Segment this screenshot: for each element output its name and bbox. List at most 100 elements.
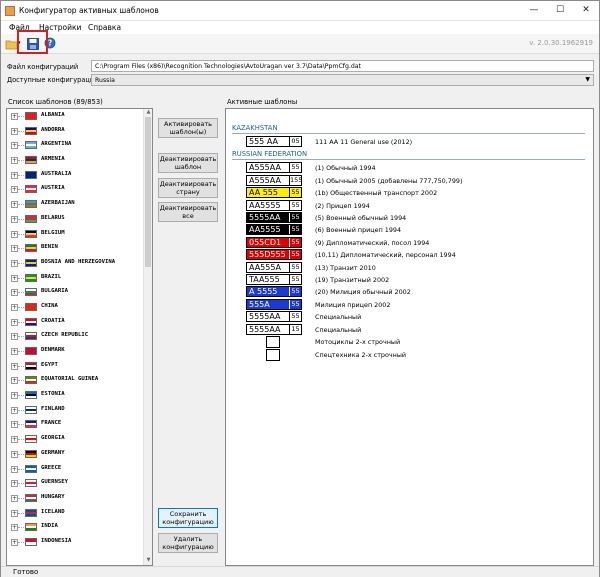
- expand-icon[interactable]: +: [11, 436, 18, 444]
- list-item[interactable]: + BELARUS: [7, 212, 144, 227]
- list-item[interactable]: + DENMARK: [7, 344, 144, 359]
- list-item[interactable]: + BRAZIL: [7, 271, 144, 286]
- list-item[interactable]: + GERMANY: [7, 447, 144, 462]
- template-description[interactable]: 111 AA 11 General use (2012): [315, 138, 412, 146]
- list-item[interactable]: + BENIN: [7, 241, 144, 256]
- template-description[interactable]: (1) Обычный 2005 (добавлены 777,750,799): [315, 177, 462, 185]
- plate-preview[interactable]: 555 AA 05: [246, 136, 302, 147]
- template-description[interactable]: Милиция прицеп 2002: [315, 301, 390, 309]
- list-item[interactable]: + ESTONIA: [7, 388, 144, 403]
- list-item[interactable]: + BULGARIA: [7, 285, 144, 300]
- deactivate-country-button[interactable]: Деактивировать страну: [158, 178, 218, 198]
- template-description[interactable]: (10,11) Дипломатический, персонал 1994: [315, 251, 456, 259]
- template-description[interactable]: (1b) Общественный транспорт 2002: [315, 189, 437, 197]
- expand-icon[interactable]: +: [11, 215, 18, 223]
- list-item[interactable]: + FINLAND: [7, 403, 144, 418]
- list-item[interactable]: + GEORGIA: [7, 432, 144, 447]
- list-item[interactable]: + INDIA: [7, 520, 144, 535]
- list-item[interactable]: + CHINA: [7, 300, 144, 315]
- expand-icon[interactable]: +: [11, 421, 18, 429]
- plate-preview[interactable]: A555AA 155: [246, 174, 302, 186]
- list-item[interactable]: + AUSTRIA: [7, 182, 144, 197]
- template-description[interactable]: (1) Обычный 1994: [315, 164, 376, 172]
- plate-preview[interactable]: [266, 348, 280, 361]
- expand-icon[interactable]: +: [11, 348, 18, 355]
- plate-preview[interactable]: 5555AA 55: [246, 311, 302, 323]
- list-item[interactable]: + ARGENTINA: [7, 138, 144, 153]
- list-item[interactable]: + BOSNIA AND HERZEGOVINA: [7, 256, 144, 271]
- list-item[interactable]: + CROATIA: [7, 315, 144, 330]
- expand-icon[interactable]: +: [11, 392, 18, 400]
- expand-icon[interactable]: +: [11, 230, 18, 238]
- expand-icon[interactable]: +: [11, 494, 18, 502]
- template-description[interactable]: (9) Дипломатический, посол 1994: [315, 239, 429, 247]
- template-description[interactable]: (20) Милиция обычный 2002: [315, 288, 411, 296]
- expand-icon[interactable]: +: [11, 362, 18, 370]
- templates-tree[interactable]: + ALBANIA + ANDORRA + ARGENTINA + ARMENIA + AUSTR…: [6, 108, 153, 566]
- activate-templates-button[interactable]: Активировать шаблон(ы): [158, 118, 218, 138]
- list-item[interactable]: + ALBANIA: [7, 109, 144, 124]
- expand-icon[interactable]: +: [11, 465, 18, 473]
- expand-icon[interactable]: +: [11, 480, 18, 488]
- list-item[interactable]: + FRANCE: [7, 417, 144, 432]
- delete-config-button[interactable]: Удалить конфигурацию: [158, 533, 218, 553]
- template-description[interactable]: (5) Военный обычный 1994: [315, 214, 406, 222]
- template-description[interactable]: (19) Транзитный 2002: [315, 276, 389, 284]
- plate-preview[interactable]: 5555AA 15: [246, 323, 302, 335]
- plate-preview[interactable]: [266, 336, 280, 348]
- close-button[interactable]: ✕: [573, 1, 599, 20]
- plate-preview[interactable]: AA5555 55: [246, 199, 302, 211]
- template-description[interactable]: (6) Военный прицеп 1994: [315, 226, 401, 234]
- expand-icon[interactable]: +: [11, 113, 18, 120]
- list-item[interactable]: + BELGIUM: [7, 227, 144, 242]
- template-description[interactable]: Спецтехника 2-х строчный: [315, 351, 406, 359]
- maximize-button[interactable]: ☐: [547, 1, 573, 20]
- list-item[interactable]: + INDONESIA: [7, 535, 144, 550]
- template-description[interactable]: Специальный: [315, 326, 361, 334]
- plate-preview[interactable]: A 5555 55: [246, 286, 302, 298]
- expand-icon[interactable]: +: [11, 509, 18, 517]
- save-config-button[interactable]: Сохранить конфигурацию: [158, 508, 218, 528]
- list-item[interactable]: + AUSTRALIA: [7, 168, 144, 183]
- list-item[interactable]: + EGYPT: [7, 359, 144, 374]
- list-item[interactable]: + GREECE: [7, 462, 144, 477]
- scroll-thumb[interactable]: [145, 117, 151, 267]
- expand-icon[interactable]: +: [11, 186, 18, 194]
- template-description[interactable]: (13) Транзит 2010: [315, 264, 376, 272]
- config-file-field[interactable]: C:\Program Files (x86)\Recognition Techn…: [91, 60, 594, 72]
- plate-preview[interactable]: 055CD1 55: [246, 236, 302, 248]
- plate-preview[interactable]: A555AA 55: [246, 162, 302, 174]
- expand-icon[interactable]: +: [11, 303, 18, 311]
- expand-icon[interactable]: +: [11, 318, 18, 326]
- templates-scrollbar[interactable]: ▲ ▼: [143, 109, 152, 565]
- expand-icon[interactable]: +: [11, 201, 18, 209]
- deactivate-template-button[interactable]: Деактивировать шаблон: [158, 153, 218, 173]
- expand-icon[interactable]: +: [11, 274, 18, 282]
- list-item[interactable]: + EQUATORIAL GUINEA: [7, 373, 144, 388]
- list-item[interactable]: + ICELAND: [7, 506, 144, 521]
- list-item[interactable]: + GUERNSEY: [7, 476, 144, 491]
- expand-icon[interactable]: +: [11, 377, 18, 385]
- list-item[interactable]: + ARMENIA: [7, 153, 144, 168]
- list-item[interactable]: + CZECH REPUBLIC: [7, 329, 144, 344]
- minimize-button[interactable]: —: [521, 1, 547, 20]
- template-description[interactable]: Мотоциклы 2-х строчный: [315, 338, 400, 346]
- scroll-up-icon[interactable]: ▲: [144, 109, 152, 117]
- available-configs-select[interactable]: Russia ▼: [91, 74, 594, 86]
- expand-icon[interactable]: +: [11, 157, 18, 165]
- plate-preview[interactable]: 555D555 55: [246, 249, 302, 261]
- expand-icon[interactable]: +: [11, 289, 18, 297]
- scroll-down-icon[interactable]: ▼: [144, 557, 152, 565]
- expand-icon[interactable]: +: [11, 259, 18, 267]
- plate-preview[interactable]: 5555AA 55: [246, 212, 302, 223]
- expand-icon[interactable]: +: [11, 333, 18, 341]
- expand-icon[interactable]: +: [11, 538, 18, 546]
- expand-icon[interactable]: +: [11, 127, 18, 135]
- deactivate-all-button[interactable]: Деактивировать все: [158, 202, 218, 222]
- expand-icon[interactable]: +: [11, 524, 18, 532]
- expand-icon[interactable]: +: [11, 171, 18, 179]
- expand-icon[interactable]: +: [11, 406, 18, 414]
- plate-preview[interactable]: 555A 55: [246, 298, 302, 310]
- template-description[interactable]: Специальный: [315, 313, 361, 321]
- plate-preview[interactable]: AA555A 55: [246, 261, 302, 273]
